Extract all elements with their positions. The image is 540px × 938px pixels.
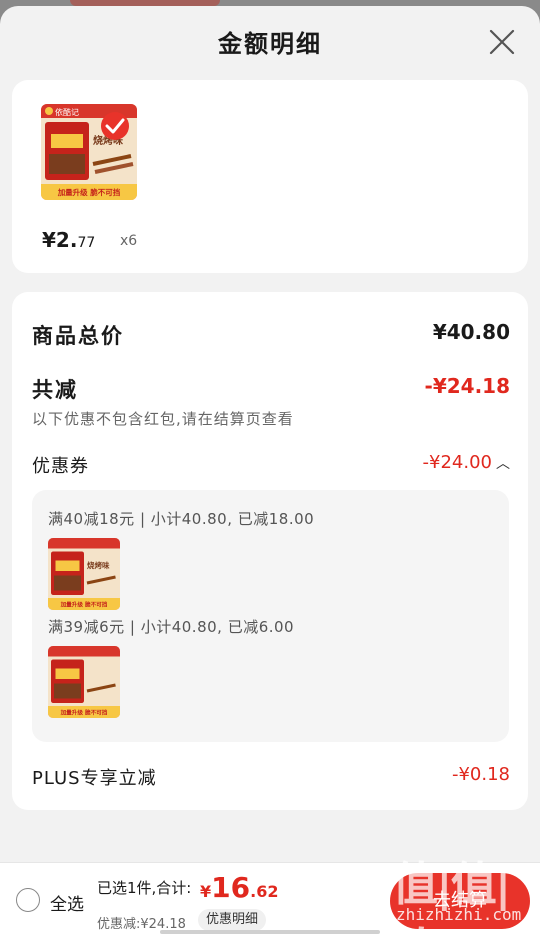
reduce-note: 以下优惠不包含红包,请在结算页查看 bbox=[32, 410, 294, 428]
product-thumbnail: 依酷记 烧烤味 加量升级 脆不可挡 bbox=[41, 104, 137, 200]
plus-label: PLUS专享立减 bbox=[32, 768, 157, 789]
total-currency: ¥ bbox=[200, 882, 212, 901]
sheet-header: 金额明细 bbox=[0, 6, 540, 76]
reduce-value: -¥24.18 bbox=[424, 374, 510, 398]
price-decimal: 77 bbox=[77, 235, 96, 251]
coupon-thumbnail-2: 加量升级 脆不可挡 bbox=[48, 646, 120, 718]
coupon-line-2: 满39减6元 | 小计40.80, 已减6.00 bbox=[48, 618, 295, 636]
plus-value: -¥0.18 bbox=[451, 764, 510, 785]
coupon-value: -¥24.00 bbox=[422, 452, 492, 473]
product-quantity: x6 bbox=[120, 233, 138, 249]
select-all-label[interactable]: 全选 bbox=[50, 890, 84, 915]
close-icon bbox=[489, 29, 515, 55]
product-card: 依酷记 烧烤味 加量升级 脆不可挡 ¥2.77 x6 bbox=[12, 80, 528, 273]
coupon-label: 优惠券 bbox=[32, 456, 89, 477]
select-all-radio[interactable] bbox=[16, 888, 40, 912]
checked-badge bbox=[101, 112, 129, 140]
total-amount: ¥16.62 bbox=[200, 871, 278, 904]
sheet-title: 金额明细 bbox=[218, 30, 322, 58]
watermark-logo: 值|值|值 bbox=[392, 857, 511, 938]
discount-detail-button[interactable]: 优惠明细 bbox=[198, 909, 267, 931]
coupon-product-image-2: 加量升级 脆不可挡 bbox=[48, 646, 120, 718]
total-decimal: .62 bbox=[250, 882, 279, 901]
watermark-url: zhizhizhi.com bbox=[396, 905, 522, 924]
amount-detail-sheet: 金额明细 依酷记 烧烤味 加量升级 脆不可挡 ¥2.77 x6 商品总价 ¥40… bbox=[0, 6, 540, 938]
close-button[interactable] bbox=[488, 28, 516, 56]
coupon-flavor-text-1: 烧烤味 bbox=[87, 560, 110, 570]
selection-summary: 已选1件,合计: bbox=[97, 879, 192, 897]
product-price: ¥2.77 bbox=[42, 228, 95, 252]
product-image[interactable]: 依酷记 烧烤味 加量升级 脆不可挡 bbox=[41, 104, 137, 200]
total-integer: 16 bbox=[211, 871, 251, 904]
price-detail-card: 商品总价 ¥40.80 共减 -¥24.18 以下优惠不包含红包,请在结算页查看… bbox=[12, 292, 528, 810]
coupon-line-1: 满40减18元 | 小计40.80, 已减18.00 bbox=[48, 510, 315, 528]
banner-text: 加量升级 脆不可挡 bbox=[57, 187, 121, 197]
home-indicator bbox=[160, 930, 380, 934]
subtotal-value: ¥40.80 bbox=[432, 320, 510, 344]
price-integer: ¥2. bbox=[42, 228, 78, 252]
brand-text: 依酷记 bbox=[55, 107, 79, 117]
coupon-breakdown: 满40减18元 | 小计40.80, 已减18.00 烧烤味 加量升级 脆不可挡… bbox=[32, 490, 509, 742]
subtotal-label: 商品总价 bbox=[32, 324, 124, 348]
chevron-up-icon[interactable]: ︿ bbox=[496, 453, 510, 473]
coupon-thumbnail-1: 烧烤味 加量升级 脆不可挡 bbox=[48, 538, 120, 610]
reduce-label: 共减 bbox=[32, 378, 78, 402]
coupon-product-image-1: 烧烤味 加量升级 脆不可挡 bbox=[48, 538, 120, 610]
coupon-value-group[interactable]: -¥24.00 ︿ bbox=[423, 452, 510, 473]
